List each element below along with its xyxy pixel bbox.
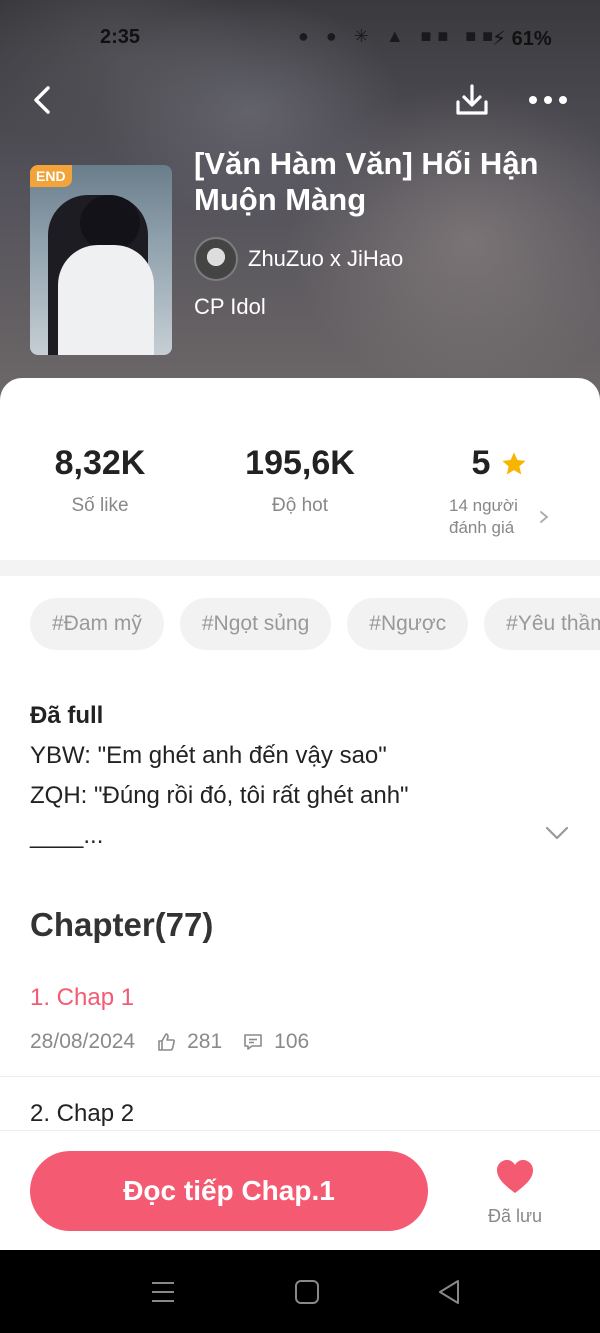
- chapter-date: 28/08/2024: [30, 1030, 136, 1053]
- rating-value: 5: [471, 444, 491, 482]
- hot-label: Độ hot: [272, 495, 328, 516]
- chapter-title[interactable]: 1. Chap 1: [30, 984, 134, 1012]
- chapter-title[interactable]: 2. Chap 2: [30, 1100, 134, 1128]
- thumbs-up-icon: [158, 1033, 176, 1051]
- section-divider: [0, 560, 600, 576]
- back-arrow-icon[interactable]: [26, 82, 62, 118]
- detail-sheet: 8,32K Số like 195,6K Độ hot 5 14 người đ…: [0, 378, 600, 1250]
- home-icon[interactable]: [292, 1278, 322, 1306]
- stats-row: 8,32K Số like 195,6K Độ hot 5 14 người đ…: [0, 378, 600, 560]
- status-bar: 2:35 ● ● ✳ ▲ ■■ ■■ ⚡ 61%: [0, 18, 600, 58]
- chapter-comment-count: 106: [274, 1030, 310, 1053]
- end-badge: END: [30, 165, 72, 187]
- description-line: ZQH: "Đúng rồi đó, tôi rất ghét anh": [30, 782, 409, 809]
- book-title: [Văn Hàm Văn] Hối Hận Muộn Màng: [194, 146, 539, 217]
- system-nav-bar: [0, 1250, 600, 1333]
- description-heading: Đã full: [30, 702, 104, 729]
- hot-stat: 195,6K Độ hot: [200, 444, 400, 517]
- likes-value: 8,32K: [54, 444, 146, 482]
- back-nav-icon[interactable]: [434, 1278, 464, 1306]
- rating-count-label: 14 người đánh giá: [449, 495, 529, 539]
- saved-label: Đã lưu: [487, 1206, 543, 1226]
- author-avatar[interactable]: [194, 237, 238, 281]
- rating-stat[interactable]: 5 14 người đánh giá: [400, 444, 600, 539]
- description-line: ____...: [30, 822, 104, 849]
- book-cover[interactable]: END: [30, 165, 172, 355]
- tag-chip[interactable]: #Yêu thầm: [484, 598, 600, 650]
- rating-count-line1: 14 người: [449, 496, 518, 515]
- continue-reading-button[interactable]: Đọc tiếp Chap.1: [30, 1151, 428, 1231]
- tag-chip[interactable]: #Đam mỹ: [30, 598, 164, 650]
- book-category[interactable]: CP Idol: [194, 294, 266, 320]
- description-line: YBW: "Em ghét anh đến vậy sao": [30, 742, 387, 769]
- tag-list: #Đam mỹ #Ngọt sủng #Ngược #Yêu thầm: [30, 598, 600, 650]
- likes-stat: 8,32K Số like: [0, 444, 200, 517]
- author-name[interactable]: ZhuZuo x JiHao: [248, 246, 403, 272]
- chevron-right-icon: [540, 511, 549, 523]
- chapter-row[interactable]: 1. Chap 1 28/08/2024 281 106: [0, 978, 600, 1078]
- book-description: Đã full YBW: "Em ghét anh đến vậy sao" Z…: [30, 696, 550, 856]
- cover-figure-head: [80, 195, 140, 251]
- chapter-like-count: 281: [187, 1030, 223, 1053]
- status-icons: ● ● ✳ ▲ ■■ ■■: [298, 26, 500, 46]
- tag-chip[interactable]: #Ngọt sủng: [179, 598, 332, 650]
- chapter-meta: 28/08/2024 281 106: [30, 1030, 309, 1054]
- comment-icon: [244, 1034, 262, 1050]
- rating-count-line2: đánh giá: [449, 518, 515, 537]
- recent-apps-icon[interactable]: [148, 1278, 178, 1306]
- tag-chip[interactable]: #Ngược: [347, 598, 469, 650]
- row-divider: [0, 1076, 600, 1077]
- download-icon[interactable]: [452, 80, 492, 120]
- likes-label: Số like: [71, 495, 129, 516]
- saved-button[interactable]: Đã lưu: [470, 1159, 560, 1227]
- bottom-action-bar: Đọc tiếp Chap.1 Đã lưu: [0, 1130, 600, 1250]
- status-time: 2:35: [100, 26, 141, 48]
- star-icon: [502, 451, 527, 474]
- battery-indicator: ⚡ 61%: [492, 28, 552, 50]
- hot-value: 195,6K: [245, 444, 355, 482]
- more-options-icon[interactable]: [526, 88, 570, 112]
- author-row[interactable]: ZhuZuo x JiHao: [194, 236, 403, 282]
- heart-icon[interactable]: [495, 1159, 535, 1195]
- cover-figure-shirt: [58, 245, 154, 355]
- chevron-down-icon[interactable]: [544, 824, 570, 842]
- chapter-count-heading: Chapter(77): [30, 906, 214, 943]
